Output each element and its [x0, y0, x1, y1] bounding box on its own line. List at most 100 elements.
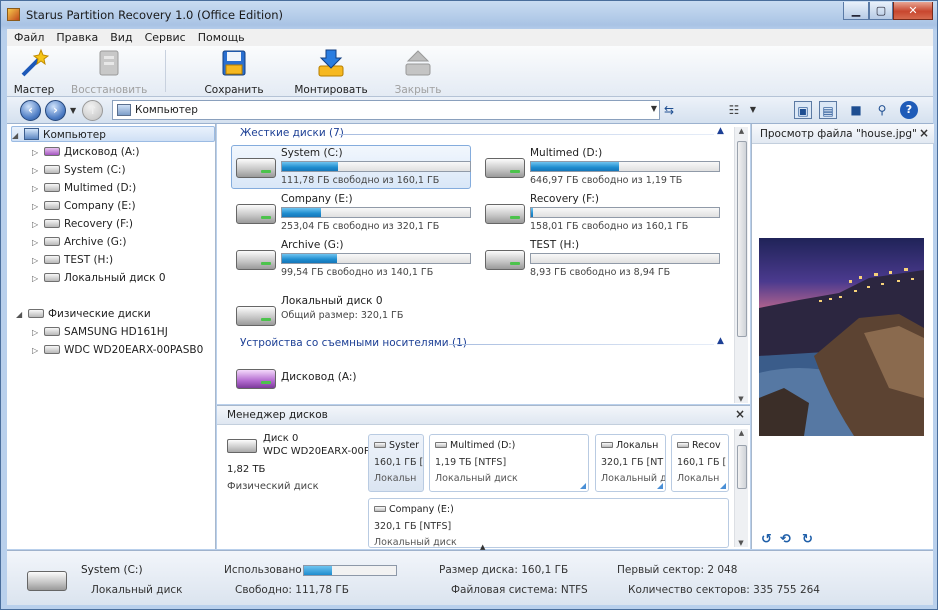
status-used-label: Использовано: — [224, 564, 306, 576]
restore-label: Восстановить — [71, 84, 148, 96]
scrollbar-thumb[interactable] — [737, 445, 747, 489]
wizard-label: Мастер — [13, 84, 55, 96]
drive-name: Archive (G:) — [281, 239, 344, 251]
drive-tile[interactable]: Company (E:) 253,04 ГБ свободно из 320,1… — [231, 191, 471, 235]
address-bar[interactable]: Компьютер ▼ — [112, 100, 660, 120]
menu-file[interactable]: Файл — [7, 29, 49, 46]
expand-icon[interactable]: ▷ — [32, 199, 44, 215]
expand-icon[interactable]: ▷ — [32, 325, 44, 341]
hard-drive-icon — [44, 237, 60, 246]
group-divider — [339, 134, 714, 135]
drive-tile[interactable]: Multimed (D:) 646,97 ГБ свободно из 1,19… — [480, 145, 720, 189]
restore-button[interactable]: Восстановить — [71, 48, 147, 96]
details-pane-icon[interactable]: ▤ — [819, 101, 837, 119]
preview-pane-icon[interactable]: ▣ — [794, 101, 812, 119]
status-usage-fill — [304, 566, 332, 575]
search-icon[interactable]: ⚲ — [873, 101, 891, 119]
scroll-down-icon[interactable]: ▼ — [735, 539, 747, 547]
group-header-hard-disks[interactable]: Жесткие диски (7) — [240, 127, 344, 139]
drive-usage-bar — [530, 207, 720, 218]
expand-icon[interactable]: ▷ — [32, 145, 44, 161]
tree-item-drive[interactable]: ▷ Company (E:) — [32, 198, 136, 214]
up-arrow-icon[interactable]: ↑ — [82, 100, 103, 121]
partition-box[interactable]: Локальн 320,1 ГБ [NT Локальный д — [595, 434, 666, 492]
hard-drive-icon — [44, 183, 60, 192]
tree-item-disk[interactable]: ▷ WDC WD20EARX-00PASB0 — [32, 342, 203, 358]
drive-usage-fill — [282, 254, 337, 263]
mount-disk-icon — [318, 49, 344, 77]
expand-icon[interactable]: ▷ — [32, 253, 44, 269]
resize-corner-icon — [657, 483, 663, 489]
refresh-icon[interactable]: ⇆ — [660, 101, 678, 119]
scroll-up-icon[interactable]: ▲ — [735, 127, 748, 135]
close-icon[interactable]: × — [735, 407, 745, 421]
minimize-button[interactable]: ▁ — [843, 2, 869, 20]
rotate-icon[interactable]: ⟲ — [780, 532, 791, 547]
drive-tile[interactable]: System (C:) 111,78 ГБ свободно из 160,1 … — [231, 145, 471, 189]
tree-item-computer[interactable]: ◢ Компьютер — [11, 126, 215, 142]
tree-item-drive[interactable]: ▷ Multimed (D:) — [32, 180, 136, 196]
close-button[interactable]: ✕ — [893, 2, 933, 20]
drive-usage-bar — [530, 161, 720, 172]
group-header-removable[interactable]: Устройства со съемными носителями (1) — [240, 337, 467, 349]
computer-icon — [117, 104, 131, 116]
drive-tile[interactable]: TEST (H:) 8,93 ГБ свободно из 8,94 ГБ — [480, 237, 720, 281]
partition-name: Recov — [692, 440, 721, 451]
tree-item-drive[interactable]: ▷ Локальный диск 0 — [32, 270, 166, 286]
partition-size: 160,1 ГБ [ — [677, 457, 727, 468]
wizard-button[interactable]: Мастер — [13, 48, 55, 96]
rotate-right-icon[interactable]: ↻ — [802, 532, 813, 547]
expand-icon[interactable]: ▷ — [32, 217, 44, 233]
drive-tile[interactable]: Archive (G:) 99,54 ГБ свободно из 140,1 … — [231, 237, 471, 281]
menu-help[interactable]: Помощь — [191, 29, 250, 46]
maximize-button[interactable]: ▢ — [869, 2, 893, 20]
expand-icon[interactable]: ▷ — [32, 235, 44, 251]
tree-item-drive[interactable]: ▷ System (C:) — [32, 162, 126, 178]
view-mode-icon[interactable]: ☷ — [725, 101, 743, 119]
scroll-down-icon[interactable]: ▼ — [735, 395, 747, 403]
drive-tile[interactable]: Дисковод (A:) — [231, 356, 471, 400]
partition-box[interactable]: Company (E:) 320,1 ГБ [NTFS] Локальный д… — [368, 498, 729, 548]
forward-arrow-icon[interactable]: › — [45, 100, 66, 121]
tree-item-physical-disks[interactable]: ◢ Физические диски — [16, 306, 151, 322]
drive-tile[interactable]: Recovery (F:) 158,01 ГБ свободно из 160,… — [480, 191, 720, 235]
tree-item-drive[interactable]: ▷ Дисковод (A:) — [32, 144, 140, 160]
tree-item-drive[interactable]: ▷ TEST (H:) — [32, 252, 113, 268]
partition-box[interactable]: Recov 160,1 ГБ [ Локальн — [671, 434, 729, 492]
tree-item-drive[interactable]: ▷ Archive (G:) — [32, 234, 127, 250]
menu-bar: Файл Правка Вид Сервис Помощь — [7, 29, 933, 46]
drive-tile[interactable]: Локальный диск 0 Общий размер: 320,1 ГБ — [231, 293, 471, 337]
disk-manager-scrollbar[interactable]: ▲ ▼ — [734, 429, 748, 547]
expand-icon[interactable]: ▷ — [32, 163, 44, 179]
expand-icon[interactable]: ▷ — [32, 271, 44, 287]
scrollbar-thumb[interactable] — [737, 141, 747, 337]
scroll-up-icon[interactable]: ▲ — [735, 429, 748, 437]
status-usage-bar — [303, 565, 397, 576]
address-dropdown-icon[interactable]: ▼ — [651, 104, 657, 113]
menu-edit[interactable]: Правка — [49, 29, 103, 46]
collapse-icon[interactable]: ◢ — [16, 307, 28, 323]
tree-label: Дисковод (A:) — [64, 146, 140, 158]
view-dropdown-icon[interactable]: ▼ — [744, 101, 762, 119]
tree-item-drive[interactable]: ▷ Recovery (F:) — [32, 216, 133, 232]
disk-size: 1,82 ТБ — [227, 464, 266, 475]
expand-icon[interactable]: ▷ — [32, 343, 44, 359]
partition-box[interactable]: Multimed (D:) 1,19 ТБ [NTFS] Локальный д… — [429, 434, 589, 492]
collapse-chevron-icon[interactable]: ▲ — [717, 126, 724, 136]
menu-view[interactable]: Вид — [103, 29, 137, 46]
help-icon[interactable]: ? — [900, 101, 918, 119]
tree-item-disk[interactable]: ▷ SAMSUNG HD161HJ — [32, 324, 168, 340]
rotate-left-icon[interactable]: ↺ — [761, 532, 772, 547]
drive-name: Multimed (D:) — [530, 147, 603, 159]
collapse-chevron-icon[interactable]: ▲ — [717, 336, 724, 346]
history-dropdown-icon[interactable]: ▼ — [70, 106, 76, 115]
partition-box[interactable]: Syster 160,1 ГБ [ Локальн — [368, 434, 424, 492]
close-icon[interactable]: × — [919, 126, 929, 140]
collapse-icon[interactable]: ◢ — [12, 128, 24, 144]
partition-type: Локальный диск — [435, 473, 518, 484]
expand-icon[interactable]: ▷ — [32, 181, 44, 197]
drives-scrollbar[interactable]: ▲ ▼ — [734, 127, 748, 403]
menu-service[interactable]: Сервис — [138, 29, 191, 46]
back-arrow-icon[interactable]: ‹ — [20, 100, 41, 121]
save-icon[interactable]: ■ — [847, 101, 865, 119]
